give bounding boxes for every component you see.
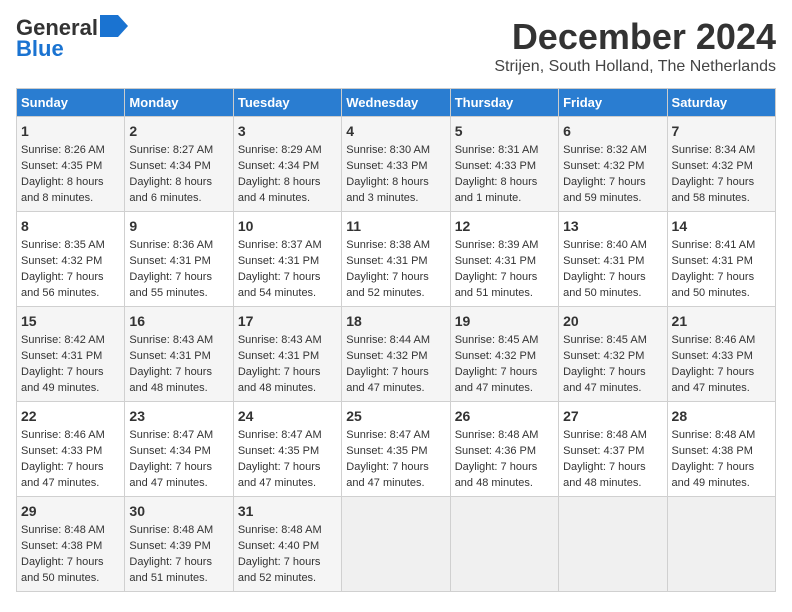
day-number: 24 (238, 406, 337, 426)
col-header-friday: Friday (559, 89, 667, 117)
day-number: 6 (563, 121, 662, 141)
subtitle: Strijen, South Holland, The Netherlands (494, 58, 776, 76)
col-header-saturday: Saturday (667, 89, 775, 117)
day-number: 18 (346, 311, 445, 331)
calendar-cell: 6Sunrise: 8:32 AMSunset: 4:32 PMDaylight… (559, 117, 667, 212)
day-number: 12 (455, 216, 554, 236)
day-number: 8 (21, 216, 120, 236)
day-number: 10 (238, 216, 337, 236)
day-number: 9 (129, 216, 228, 236)
calendar-cell: 27Sunrise: 8:48 AMSunset: 4:37 PMDayligh… (559, 402, 667, 497)
calendar-cell (667, 497, 775, 592)
calendar-cell: 10Sunrise: 8:37 AMSunset: 4:31 PMDayligh… (233, 212, 341, 307)
day-number: 21 (672, 311, 771, 331)
calendar-cell: 5Sunrise: 8:31 AMSunset: 4:33 PMDaylight… (450, 117, 558, 212)
calendar-cell: 9Sunrise: 8:36 AMSunset: 4:31 PMDaylight… (125, 212, 233, 307)
day-number: 17 (238, 311, 337, 331)
calendar-cell: 12Sunrise: 8:39 AMSunset: 4:31 PMDayligh… (450, 212, 558, 307)
calendar-cell: 14Sunrise: 8:41 AMSunset: 4:31 PMDayligh… (667, 212, 775, 307)
day-number: 16 (129, 311, 228, 331)
day-number: 28 (672, 406, 771, 426)
calendar-cell: 25Sunrise: 8:47 AMSunset: 4:35 PMDayligh… (342, 402, 450, 497)
col-header-sunday: Sunday (17, 89, 125, 117)
col-header-monday: Monday (125, 89, 233, 117)
day-number: 15 (21, 311, 120, 331)
day-number: 1 (21, 121, 120, 141)
calendar-cell (450, 497, 558, 592)
calendar-cell: 18Sunrise: 8:44 AMSunset: 4:32 PMDayligh… (342, 307, 450, 402)
calendar-cell: 1Sunrise: 8:26 AMSunset: 4:35 PMDaylight… (17, 117, 125, 212)
title-block: December 2024 Strijen, South Holland, Th… (494, 16, 776, 76)
calendar-cell: 7Sunrise: 8:34 AMSunset: 4:32 PMDaylight… (667, 117, 775, 212)
calendar-cell: 24Sunrise: 8:47 AMSunset: 4:35 PMDayligh… (233, 402, 341, 497)
calendar-cell: 11Sunrise: 8:38 AMSunset: 4:31 PMDayligh… (342, 212, 450, 307)
logo-blue: Blue (16, 36, 64, 62)
day-number: 26 (455, 406, 554, 426)
day-number: 14 (672, 216, 771, 236)
calendar-cell: 8Sunrise: 8:35 AMSunset: 4:32 PMDaylight… (17, 212, 125, 307)
calendar-cell: 21Sunrise: 8:46 AMSunset: 4:33 PMDayligh… (667, 307, 775, 402)
col-header-thursday: Thursday (450, 89, 558, 117)
calendar-cell: 31Sunrise: 8:48 AMSunset: 4:40 PMDayligh… (233, 497, 341, 592)
calendar-cell (559, 497, 667, 592)
calendar-cell: 16Sunrise: 8:43 AMSunset: 4:31 PMDayligh… (125, 307, 233, 402)
col-header-wednesday: Wednesday (342, 89, 450, 117)
day-number: 11 (346, 216, 445, 236)
calendar-cell: 22Sunrise: 8:46 AMSunset: 4:33 PMDayligh… (17, 402, 125, 497)
day-number: 2 (129, 121, 228, 141)
calendar-cell: 29Sunrise: 8:48 AMSunset: 4:38 PMDayligh… (17, 497, 125, 592)
day-number: 7 (672, 121, 771, 141)
col-header-tuesday: Tuesday (233, 89, 341, 117)
logo: General Blue (16, 16, 128, 62)
day-number: 4 (346, 121, 445, 141)
calendar-cell: 2Sunrise: 8:27 AMSunset: 4:34 PMDaylight… (125, 117, 233, 212)
calendar-cell: 17Sunrise: 8:43 AMSunset: 4:31 PMDayligh… (233, 307, 341, 402)
day-number: 25 (346, 406, 445, 426)
calendar-cell: 3Sunrise: 8:29 AMSunset: 4:34 PMDaylight… (233, 117, 341, 212)
day-number: 19 (455, 311, 554, 331)
day-number: 20 (563, 311, 662, 331)
calendar-cell: 26Sunrise: 8:48 AMSunset: 4:36 PMDayligh… (450, 402, 558, 497)
calendar-cell: 23Sunrise: 8:47 AMSunset: 4:34 PMDayligh… (125, 402, 233, 497)
calendar-cell: 30Sunrise: 8:48 AMSunset: 4:39 PMDayligh… (125, 497, 233, 592)
logo-icon (100, 15, 128, 37)
main-title: December 2024 (494, 16, 776, 58)
calendar-cell: 28Sunrise: 8:48 AMSunset: 4:38 PMDayligh… (667, 402, 775, 497)
calendar-cell: 13Sunrise: 8:40 AMSunset: 4:31 PMDayligh… (559, 212, 667, 307)
calendar-cell (342, 497, 450, 592)
day-number: 29 (21, 501, 120, 521)
day-number: 22 (21, 406, 120, 426)
day-number: 27 (563, 406, 662, 426)
day-number: 3 (238, 121, 337, 141)
calendar-cell: 19Sunrise: 8:45 AMSunset: 4:32 PMDayligh… (450, 307, 558, 402)
calendar-cell: 20Sunrise: 8:45 AMSunset: 4:32 PMDayligh… (559, 307, 667, 402)
calendar-table: SundayMondayTuesdayWednesdayThursdayFrid… (16, 88, 776, 592)
day-number: 23 (129, 406, 228, 426)
day-number: 31 (238, 501, 337, 521)
day-number: 30 (129, 501, 228, 521)
day-number: 5 (455, 121, 554, 141)
calendar-cell: 4Sunrise: 8:30 AMSunset: 4:33 PMDaylight… (342, 117, 450, 212)
day-number: 13 (563, 216, 662, 236)
calendar-cell: 15Sunrise: 8:42 AMSunset: 4:31 PMDayligh… (17, 307, 125, 402)
header: General Blue December 2024 Strijen, Sout… (16, 16, 776, 76)
